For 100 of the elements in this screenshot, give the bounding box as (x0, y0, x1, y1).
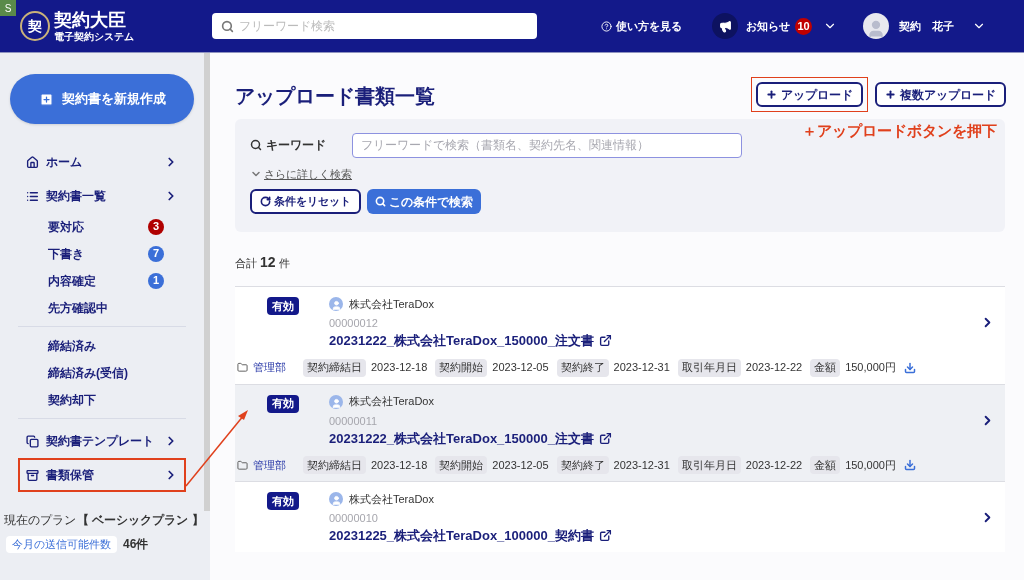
count-badge: 1 (148, 272, 164, 289)
archive-box-icon (26, 468, 39, 482)
search-icon (250, 139, 262, 151)
keyword-label: キーワード (250, 136, 352, 154)
nav-subitem[interactable]: 下書き 7 (18, 240, 186, 267)
meta-label: 取引年月日 (677, 358, 741, 377)
meta-value: 2023-12-18 (371, 457, 428, 473)
document-number: 00000010 (329, 511, 379, 526)
document-title[interactable]: 20231222_株式会社TeraDox_150000_注文書 (329, 428, 594, 448)
meta-label: 契約開始 (435, 358, 488, 377)
plus-icon (885, 89, 896, 100)
meta-value: 150,000円 (845, 360, 896, 376)
document-row[interactable]: 有効 株式会社TeraDox 00000011 20231222_株式会社TeraDox_150000_注文書 管理部 契約締結日 2023-12-18 契約開始 2023-12-05 契約終了 2023-12-31 取引年月日 2023-12-22 金額 150,000円 (235, 383, 1005, 481)
nav-subitem[interactable]: 締結済み(受信) (18, 359, 186, 386)
status-badge: 有効 (267, 492, 299, 510)
company-name: 株式会社TeraDox (349, 296, 434, 312)
search-field[interactable]: フリーワード検索 (212, 13, 537, 39)
avatar-icon (329, 394, 343, 409)
search-icon (221, 20, 234, 33)
new-contract-button[interactable]: 契約書を新規作成 (10, 74, 194, 124)
meta-value: 2023-12-05 (492, 360, 549, 376)
notifications-menu[interactable]: お知らせ 10 (746, 17, 837, 35)
meta-label: 契約終了 (556, 358, 609, 377)
corner-tag: S (0, 0, 16, 16)
status-badge: 有効 (267, 394, 299, 413)
document-title[interactable]: 20231225_株式会社TeraDox_100000_契約書 (329, 526, 594, 546)
count-badge: 7 (148, 245, 164, 262)
megaphone-icon[interactable] (712, 13, 738, 39)
download-icon[interactable] (903, 459, 916, 471)
plan-label: 現在のプラン (4, 512, 76, 529)
scrollbar[interactable] (204, 53, 210, 511)
plus-icon (766, 89, 777, 100)
notification-count: 10 (795, 17, 812, 35)
external-link-icon[interactable] (598, 529, 612, 543)
company-name: 株式会社TeraDox (349, 491, 434, 507)
nav-subitem[interactable]: 締結済み (18, 332, 186, 359)
meta-value: 2023-12-22 (745, 360, 803, 376)
upload-button[interactable]: 複数アップロード (875, 82, 1006, 107)
logo-mark: 契 (20, 11, 50, 41)
search-icon (375, 196, 386, 207)
external-link-icon[interactable] (598, 334, 612, 348)
meta-label: 取引年月日 (677, 456, 741, 474)
logo-subtitle: 電子契約システム (54, 30, 134, 43)
document-title[interactable]: 20231222_株式会社TeraDox_150000_注文書 (329, 331, 594, 351)
folder-link[interactable]: 管理部 (253, 359, 303, 376)
annotation-text: ＋アップロードボタンを押下 (802, 121, 997, 141)
meta-label: 契約締結日 (303, 358, 366, 377)
document-row[interactable]: 有効 株式会社TeraDox 00000012 20231222_株式会社TeraDox_150000_注文書 管理部 契約締結日 2023-12-18 契約開始 2023-12-05 契約終了 2023-12-31 取引年月日 2023-12-22 金額 150,000円 (235, 286, 1005, 384)
status-badge: 有効 (267, 297, 299, 315)
quota-label: 今月の送信可能件数 (6, 535, 117, 553)
reset-button[interactable]: 条件をリセット (250, 189, 361, 214)
nav-item[interactable]: 契約書一覧 (18, 179, 186, 213)
meta-label: 契約終了 (556, 456, 609, 474)
search-button[interactable]: この条件で検索 (367, 189, 481, 214)
advanced-search-link[interactable]: さらに詳しく検索 (250, 165, 352, 182)
avatar-icon (329, 492, 343, 506)
quota-value: 46件 (123, 536, 149, 553)
meta-value: 2023-12-31 (613, 360, 670, 376)
meta-label: 金額 (810, 456, 841, 474)
refresh-icon (260, 196, 271, 207)
nav-item[interactable]: ホーム (18, 145, 186, 179)
avatar-icon (329, 297, 343, 311)
meta-value: 2023-12-31 (613, 457, 670, 473)
document-number: 00000011 (329, 413, 379, 429)
folder-link[interactable]: 管理部 (253, 456, 303, 474)
meta-value: 2023-12-05 (492, 457, 549, 473)
meta-value: 2023-12-18 (371, 360, 428, 376)
upload-button[interactable]: アップロード (756, 82, 863, 107)
page-title: アップロード書類一覧 (235, 84, 435, 109)
download-icon[interactable] (903, 361, 916, 374)
folder-icon (237, 459, 248, 471)
home-icon (26, 155, 39, 169)
nav-subitem[interactable]: 要対応 3 (18, 213, 186, 240)
user-menu[interactable]: 契約 花子 (899, 17, 986, 35)
nav-subitem[interactable]: 契約却下 (18, 386, 186, 413)
stacked-pages-icon (26, 434, 39, 448)
user-avatar-icon[interactable] (863, 13, 889, 39)
meta-label: 金額 (810, 358, 841, 377)
external-link-icon[interactable] (598, 431, 612, 445)
meta-label: 契約締結日 (303, 456, 366, 474)
document-number: 00000012 (329, 316, 379, 331)
logo-title: 契約大臣 (54, 9, 127, 30)
nav-subitem[interactable]: 内容確定 1 (18, 267, 186, 294)
keyword-field[interactable]: フリーワードで検索（書類名、契約先名、関連情報） (352, 132, 742, 158)
count-badge: 3 (148, 218, 164, 235)
company-name: 株式会社TeraDox (349, 394, 434, 410)
list-icon (26, 189, 39, 203)
meta-label: 契約開始 (435, 456, 488, 474)
meta-value: 2023-12-22 (745, 457, 803, 473)
nav-subitem[interactable]: 先方確認中 (18, 294, 186, 321)
plus-icon (38, 91, 54, 107)
folder-icon (237, 362, 248, 373)
plan-name: 【 ベーシックプラン 】 (77, 512, 204, 529)
help-icon (601, 20, 612, 32)
meta-value: 150,000円 (845, 457, 896, 473)
nav-item[interactable]: 書類保管 (18, 458, 186, 492)
help-link[interactable]: 使い方を見る (601, 17, 682, 35)
nav-item[interactable]: 契約書テンプレート (18, 424, 186, 458)
document-row[interactable]: 有効 株式会社TeraDox 00000010 20231225_株式会社TeraDox_100000_契約書 (235, 481, 1005, 552)
total-count: 合計 12 件 (235, 253, 291, 272)
